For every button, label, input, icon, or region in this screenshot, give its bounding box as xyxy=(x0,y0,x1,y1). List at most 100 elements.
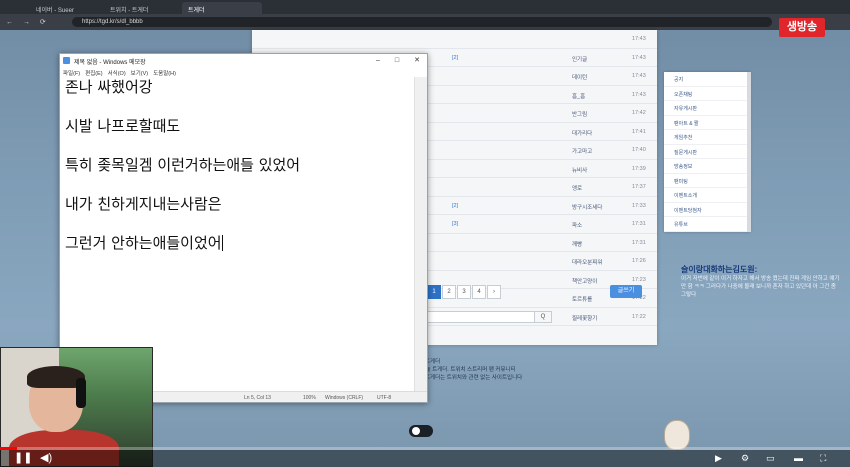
theme-toggle[interactable] xyxy=(409,425,433,437)
settings-icon[interactable]: ⚙ xyxy=(741,452,749,465)
chat-message: 이거 저번에 같이 이거 하자고 해서 방송 켰는데 진짜 게임 안하고 얘기만… xyxy=(681,276,840,298)
text-line: 특히 좆목일겜 이런거하는애들 있었어 xyxy=(65,156,301,174)
sidebar-scrollbar[interactable] xyxy=(747,72,751,232)
notepad-menubar: 파일(F) 편집(E) 서식(O) 보기(V) 도움말(H) xyxy=(60,67,427,77)
sidebar-menu-item[interactable]: 팬아트 & 짤 xyxy=(664,116,750,130)
sidebar-menu-item[interactable]: 팬미팅 xyxy=(664,174,750,188)
theater-mode-icon[interactable]: ▬ xyxy=(794,452,803,465)
pagination: 1 2 3 4 › xyxy=(427,285,502,299)
sidebar-menu-item[interactable]: 이벤트당첨자 xyxy=(664,203,750,217)
chat-username: 슬이랑대화하는김도원: xyxy=(681,265,758,274)
row-time: 17:43 xyxy=(632,91,646,98)
row-time: 17:43 xyxy=(632,73,646,79)
navigation-icons[interactable]: ← → ⟳ xyxy=(6,18,50,26)
minimize-icon[interactable]: – xyxy=(371,55,385,66)
row-time: 17:26 xyxy=(632,258,646,264)
menu-help[interactable]: 도움말(H) xyxy=(150,67,176,77)
maximize-icon[interactable]: □ xyxy=(390,55,404,66)
notepad-scrollbar[interactable] xyxy=(414,77,427,391)
row-time: 17:23 xyxy=(632,276,646,283)
text-line: 시발 나프로할때도 xyxy=(65,117,181,135)
row-author[interactable]: 가고마고 xyxy=(572,147,592,155)
notepad-icon xyxy=(63,57,70,64)
footer-line: 트게더 xyxy=(425,359,441,365)
text-line: 그런거 안하는애들이었어 xyxy=(65,233,409,254)
miniplayer-icon[interactable]: ▭ xyxy=(766,452,775,465)
row-time: 17:42 xyxy=(632,110,646,116)
sidebar-menu-item[interactable]: 자유게시판 xyxy=(664,101,750,116)
row-author[interactable]: 대가리다 xyxy=(572,129,592,137)
toggle-knob xyxy=(412,427,420,435)
autoplay-icon[interactable]: ▶ xyxy=(715,452,722,465)
url-field[interactable]: https://tgd.kr/s/dl_bbbb xyxy=(72,17,772,27)
menu-edit[interactable]: 편집(E) xyxy=(82,67,102,77)
row-author[interactable]: 책안고양이 xyxy=(572,277,597,285)
close-icon[interactable]: ✕ xyxy=(410,55,424,66)
menu-file[interactable]: 파일(F) xyxy=(60,67,80,77)
write-button[interactable]: 글쓰기 xyxy=(610,285,642,298)
text-caret xyxy=(221,235,223,251)
browser-tab[interactable]: 네이버 - Sueer xyxy=(30,2,100,14)
headset-icon xyxy=(76,378,86,408)
row-author[interactable]: 뉴비사 xyxy=(572,166,587,174)
text-line: 존나 싸했어강 xyxy=(65,78,153,96)
row-author[interactable]: 방구시조세다 xyxy=(572,203,602,211)
sidebar-menu-item[interactable]: 방송정보 xyxy=(664,159,750,174)
row-time: 17:40 xyxy=(632,147,646,153)
row-author[interactable]: 데이턴 xyxy=(572,73,587,81)
page-button[interactable]: 2 xyxy=(442,285,456,299)
fullscreen-icon[interactable]: ⛶ xyxy=(820,452,826,465)
row-time: 17:31 xyxy=(632,221,646,227)
sidebar-menu-item[interactable]: 유튜브 xyxy=(664,217,750,232)
mascot-icon xyxy=(664,420,690,450)
address-bar: ← → ⟳ https://tgd.kr/s/dl_bbbb xyxy=(0,14,850,30)
site-footer: 트게더 @ 트게더. 트위치 스트리머 팬 커뮤니티 트게더는 트위치와 관련 … xyxy=(425,358,522,382)
page-button[interactable]: 4 xyxy=(472,285,486,299)
board-row[interactable]: 17:43 xyxy=(252,30,657,49)
row-time: 17:31 xyxy=(632,239,646,246)
pause-icon[interactable]: ❚❚ xyxy=(14,452,32,465)
row-time: 17:33 xyxy=(632,202,646,209)
row-author[interactable]: 파소 xyxy=(572,221,582,229)
row-author[interactable]: 앵로 xyxy=(572,184,582,192)
sidebar-menu-item[interactable]: 이벤트소개 xyxy=(664,188,750,203)
line-ending: Windows (CRLF) xyxy=(325,395,364,401)
sidebar-menu-item[interactable]: 오픈채팅 xyxy=(664,87,750,101)
footer-line: 트게더는 트위치와 관련 없는 사이트입니다 xyxy=(425,375,523,381)
menu-view[interactable]: 보기(V) xyxy=(128,67,148,77)
video-player-controls: ❚❚ ◀) ▶ ⚙ ▭ ▬ ⛶ xyxy=(0,450,850,467)
page-button[interactable]: 1 xyxy=(427,285,441,299)
row-author[interactable]: 토르튜를 xyxy=(572,295,592,303)
sidebar-menu: 공지 오픈채팅 자유게시판 팬아트 & 짤 게임추천 질문게시판 방송정보 팬미팅 이벤트소개 이… xyxy=(664,72,750,232)
row-author[interactable]: 인기글 xyxy=(572,55,587,63)
page-button[interactable]: 3 xyxy=(457,285,471,299)
text-line: 내가 친하게지내는사람은 xyxy=(65,195,222,213)
row-author[interactable]: 반그림 xyxy=(572,110,587,118)
browser-tab-active[interactable]: 트게더 xyxy=(182,2,262,14)
menu-format[interactable]: 서식(O) xyxy=(105,67,126,77)
search-icon[interactable]: Q xyxy=(534,311,552,323)
row-author[interactable]: 흠_흠 xyxy=(572,92,585,100)
video-frame: 네이버 - Sueer 트위치 - 트게더 트게더 ← → ⟳ https://… xyxy=(0,0,850,467)
volume-icon[interactable]: ◀) xyxy=(40,452,52,465)
sidebar-menu-item[interactable]: 공지 xyxy=(664,72,750,87)
row-author[interactable]: 깨빵 xyxy=(572,240,582,248)
next-page-icon[interactable]: › xyxy=(487,285,501,299)
sidebar-menu-item[interactable]: 질문게시판 xyxy=(664,145,750,159)
row-comment-count: [3] xyxy=(452,221,459,227)
footer-line: @ 트게더. 트위치 스트리머 팬 커뮤니티 xyxy=(425,367,516,373)
cursor-position: Ln 5, Col 13 xyxy=(244,395,271,401)
encoding: UTF-8 xyxy=(377,395,392,401)
zoom-level: 100% xyxy=(303,395,316,401)
text-line-content: 그런거 안하는애들이었어 xyxy=(65,234,222,252)
row-time: 17:22 xyxy=(632,313,646,320)
row-author[interactable]: 대라오분찌워 xyxy=(572,258,602,266)
row-time: 17:43 xyxy=(632,36,646,42)
row-time: 17:41 xyxy=(632,128,646,135)
live-badge: 생방송 xyxy=(779,18,825,37)
sidebar-menu-item[interactable]: 게임추천 xyxy=(664,130,750,145)
row-author[interactable]: 찔레꽃향기 xyxy=(572,314,597,322)
notepad-text-area[interactable]: 존나 싸했어강 시발 나프로할때도 특히 좆목일겜 이런거하는애들 있었어 내가… xyxy=(60,77,414,391)
browser-tab[interactable]: 트위치 - 트게더 xyxy=(104,2,179,14)
notepad-titlebar[interactable]: 제목 없음 - Windows 메모장 – □ ✕ xyxy=(60,54,427,67)
